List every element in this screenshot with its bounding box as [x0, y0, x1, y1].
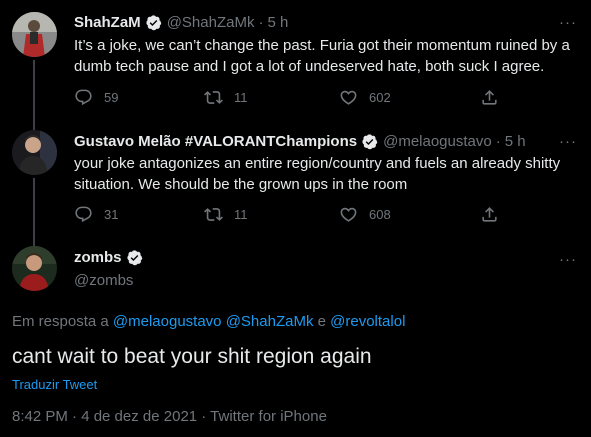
like-count: 608 [369, 207, 391, 222]
tweet-time[interactable]: 5 h [267, 14, 288, 31]
retweet-icon [204, 208, 223, 221]
retweet-button[interactable]: 11 [204, 205, 248, 224]
more-icon[interactable]: ··· [559, 13, 577, 31]
like-icon [340, 90, 357, 105]
tweet-shahzam[interactable]: ShahZaM @ShahZaMk · 5 h ··· It’s a joke,… [0, 0, 591, 130]
reply-user-link[interactable]: @ShahZaMk [226, 313, 314, 330]
reply-prefix: Em resposta a [12, 313, 109, 330]
reply-icon [75, 206, 92, 223]
reply-button[interactable]: 31 [74, 205, 118, 224]
reply-context: Em resposta a @melaogustavo @ShahZaMk e … [12, 313, 405, 330]
reply-button[interactable]: 59 [74, 88, 118, 107]
reply-user-link[interactable]: @melaogustavo [113, 313, 222, 330]
like-count: 602 [369, 90, 391, 105]
reply-user-link[interactable]: @revoltalol [330, 313, 405, 330]
tweet-melaogustavo[interactable]: Gustavo Melão #VALORANTChampions @melaog… [0, 118, 591, 248]
share-button[interactable] [480, 205, 499, 224]
retweet-icon [204, 91, 223, 104]
share-icon [482, 90, 497, 105]
author-handle[interactable]: @zombs [74, 272, 133, 289]
author-name[interactable]: Gustavo Melão #VALORANTChampions [74, 133, 357, 150]
separator-dot: · [495, 132, 501, 150]
tweet-timestamp[interactable]: 8:42 PM · 4 de dez de 2021 · Twitter for… [12, 408, 327, 425]
author-name[interactable]: zombs [74, 249, 122, 266]
avatar-shahzam[interactable] [12, 12, 57, 57]
tweet-actions: 59 11 602 [74, 88, 514, 108]
like-button[interactable]: 602 [339, 88, 391, 107]
retweet-button[interactable]: 11 [204, 88, 248, 107]
reply-conjunction: e [317, 313, 326, 330]
verified-badge-icon [362, 133, 378, 149]
author-handle[interactable]: @ShahZaMk [167, 14, 255, 31]
tweet-time[interactable]: 5 h [505, 133, 526, 150]
separator-dot: · [258, 13, 264, 31]
like-icon [340, 207, 357, 222]
like-button[interactable]: 608 [339, 205, 391, 224]
avatar-melaogustavo[interactable] [12, 130, 57, 175]
avatar-zombs[interactable] [12, 246, 57, 291]
tweet-text: It’s a joke, we can’t change the past. F… [74, 37, 570, 75]
share-icon [482, 207, 497, 222]
tweet-text: cant wait to beat your shit region again [12, 345, 372, 368]
thread-line [33, 118, 35, 128]
reply-count: 59 [104, 90, 119, 105]
retweet-count: 11 [234, 90, 248, 105]
tweet-text: your joke antagonizes an entire region/c… [74, 155, 561, 193]
author-name[interactable]: ShahZaM [74, 14, 141, 31]
verified-badge-icon [146, 14, 161, 30]
share-button[interactable] [480, 88, 499, 107]
retweet-count: 11 [234, 207, 248, 222]
reply-icon [75, 89, 92, 106]
verified-badge-icon [126, 250, 142, 266]
more-icon[interactable]: ··· [559, 132, 577, 150]
author-handle[interactable]: @melaogustavo [383, 133, 492, 150]
more-icon[interactable]: ··· [559, 250, 577, 268]
reply-count: 31 [104, 207, 119, 222]
tweet-actions: 31 11 608 [74, 205, 514, 225]
translate-tweet-link[interactable]: Traduzir Tweet [12, 377, 97, 392]
thread-line [33, 178, 35, 248]
